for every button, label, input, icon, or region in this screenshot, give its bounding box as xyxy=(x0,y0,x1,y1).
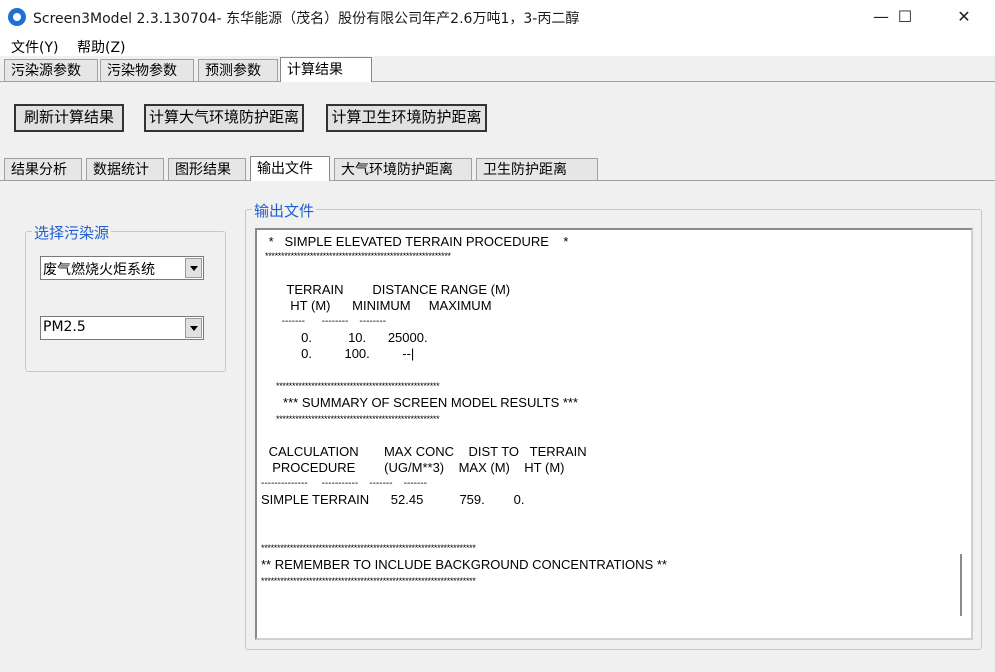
output-line: ****************************************… xyxy=(265,381,440,391)
output-line: -------------- ----------- ------- -----… xyxy=(261,478,427,489)
output-line: TERRAIN DISTANCE RANGE (M) xyxy=(265,282,511,297)
output-line: 0. 100. --| xyxy=(265,346,415,361)
tab-atmo-distance[interactable]: 大气环境防护距离 xyxy=(334,158,472,180)
tab-data-statistics[interactable]: 数据统计 xyxy=(86,158,164,180)
maximize-button[interactable]: ☐ xyxy=(882,0,928,34)
calc-atmo-distance-button[interactable]: 计算大气环境防护距离 xyxy=(144,104,304,132)
app-icon xyxy=(8,8,26,26)
tab-predict-params[interactable]: 预测参数 xyxy=(198,59,278,81)
output-line: CALCULATION MAX CONC DIST TO TERRAIN xyxy=(265,444,587,459)
output-line: ****************************************… xyxy=(261,543,476,553)
menu-help[interactable]: 帮助(Z) xyxy=(77,37,126,57)
output-line: *** SUMMARY OF SCREEN MODEL RESULTS *** xyxy=(265,395,579,410)
output-line: ** REMEMBER TO INCLUDE BACKGROUND CONCEN… xyxy=(261,557,667,572)
output-line: ****************************************… xyxy=(261,576,476,586)
output-line: ****************************************… xyxy=(265,414,440,424)
menu-bar: 文件(Y) 帮助(Z) xyxy=(0,34,995,56)
output-scrollbar-thumb[interactable] xyxy=(960,554,962,616)
output-file-legend: 输出文件 xyxy=(252,200,317,221)
refresh-results-button[interactable]: 刷新计算结果 xyxy=(14,104,124,132)
tab-source-params[interactable]: 污染源参数 xyxy=(4,59,98,81)
chevron-down-icon[interactable] xyxy=(185,318,202,338)
output-line: HT (M) MINIMUM MAXIMUM xyxy=(265,298,492,313)
source-select-group xyxy=(25,231,226,372)
tab-pollutant-params[interactable]: 污染物参数 xyxy=(100,59,194,81)
close-button[interactable]: ✕ xyxy=(941,0,987,34)
output-line: ****************************************… xyxy=(265,251,451,261)
pollutant-dropdown[interactable]: PM2.5 xyxy=(40,316,204,340)
window-title: Screen3Model 2.3.130704- 东华能源（茂名）股份有限公司年… xyxy=(33,11,580,27)
menu-file[interactable]: 文件(Y) xyxy=(11,37,58,57)
calc-health-distance-button[interactable]: 计算卫生环境防护距离 xyxy=(326,104,487,132)
tab-graph-results[interactable]: 图形结果 xyxy=(168,158,246,180)
tab-health-distance[interactable]: 卫生防护距离 xyxy=(476,158,598,180)
output-textarea[interactable]: * SIMPLE ELEVATED TERRAIN PROCEDURE * **… xyxy=(255,228,973,640)
output-line: ------- -------- -------- xyxy=(265,316,387,327)
pollutant-dropdown-value: PM2.5 xyxy=(43,319,86,335)
tab-output-file[interactable]: 输出文件 xyxy=(250,156,330,181)
title-bar: Screen3Model 2.3.130704- 东华能源（茂名）股份有限公司年… xyxy=(0,0,995,34)
tab-result-analysis[interactable]: 结果分析 xyxy=(4,158,82,180)
output-line: PROCEDURE (UG/M**3) MAX (M) HT (M) xyxy=(265,460,565,475)
chevron-down-icon[interactable] xyxy=(185,258,202,278)
output-line: 0. 10. 25000. xyxy=(265,330,428,345)
source-dropdown-value: 废气燃烧火炬系统 xyxy=(43,262,155,278)
output-line: SIMPLE TERRAIN 52.45 759. 0. xyxy=(261,492,525,507)
source-select-legend: 选择污染源 xyxy=(32,222,112,243)
source-dropdown[interactable]: 废气燃烧火炬系统 xyxy=(40,256,204,280)
tab-calc-results[interactable]: 计算结果 xyxy=(280,57,372,82)
